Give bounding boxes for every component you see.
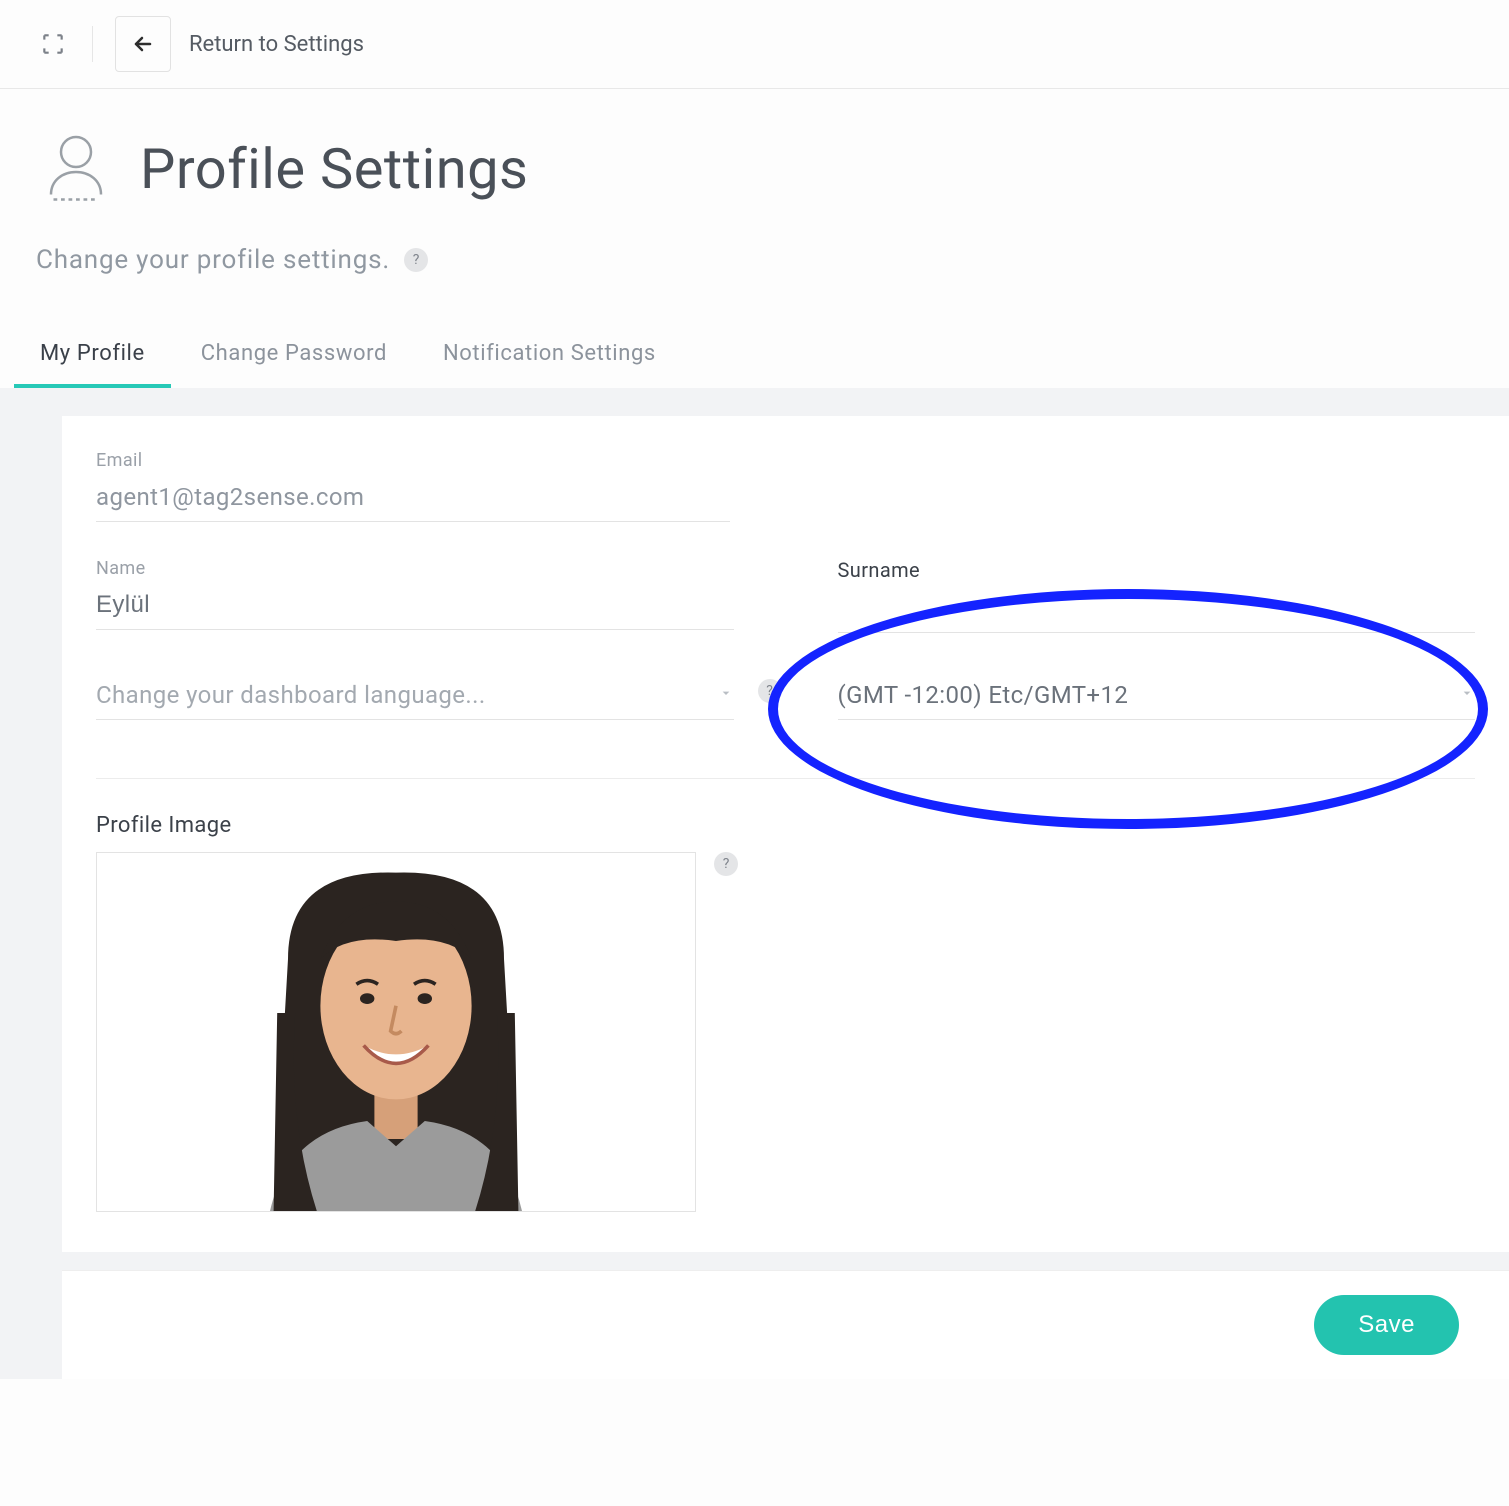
- surname-label: Surname: [838, 558, 1476, 582]
- profile-image-label: Profile Image: [96, 813, 1475, 838]
- tab-change-password[interactable]: Change Password: [197, 329, 391, 388]
- avatar-icon: [216, 852, 576, 1211]
- tabs: My Profile Change Password Notification …: [36, 329, 1473, 388]
- title-row: Profile Settings: [36, 127, 1473, 211]
- save-button[interactable]: Save: [1314, 1295, 1459, 1355]
- timezone-select[interactable]: (GMT -12:00) Etc/GMT+12: [838, 675, 1476, 720]
- email-label: Email: [96, 450, 730, 471]
- help-icon[interactable]: ?: [758, 679, 782, 703]
- name-label: Name: [96, 558, 734, 579]
- chevron-down-icon: [718, 685, 734, 705]
- help-icon[interactable]: ?: [714, 852, 738, 876]
- surname-input[interactable]: [838, 588, 1476, 633]
- name-input[interactable]: [96, 585, 734, 630]
- return-to-settings-link[interactable]: Return to Settings: [189, 32, 364, 57]
- divider: [92, 26, 93, 62]
- page: Profile Settings Change your profile set…: [0, 89, 1509, 1379]
- page-title: Profile Settings: [140, 136, 528, 202]
- profile-card: Email agent1@tag2sense.com Name Surname: [62, 416, 1509, 1252]
- content-area: Email agent1@tag2sense.com Name Surname: [0, 388, 1509, 1379]
- profile-icon: [36, 127, 116, 211]
- tab-my-profile[interactable]: My Profile: [36, 329, 149, 388]
- back-button[interactable]: [115, 16, 171, 72]
- language-select[interactable]: Change your dashboard language...: [96, 675, 734, 720]
- chevron-down-icon: [1459, 685, 1475, 705]
- timezone-value: (GMT -12:00) Etc/GMT+12: [838, 681, 1129, 709]
- page-subtitle: Change your profile settings.: [36, 245, 390, 275]
- divider: [96, 778, 1475, 779]
- email-value: agent1@tag2sense.com: [96, 477, 730, 522]
- tab-notification-settings[interactable]: Notification Settings: [439, 329, 660, 388]
- topbar: Return to Settings: [0, 0, 1509, 89]
- language-placeholder: Change your dashboard language...: [96, 681, 486, 709]
- footer-bar: Save: [62, 1270, 1509, 1379]
- help-icon[interactable]: ?: [404, 248, 428, 272]
- fullscreen-icon[interactable]: [36, 27, 70, 61]
- profile-image[interactable]: [96, 852, 696, 1212]
